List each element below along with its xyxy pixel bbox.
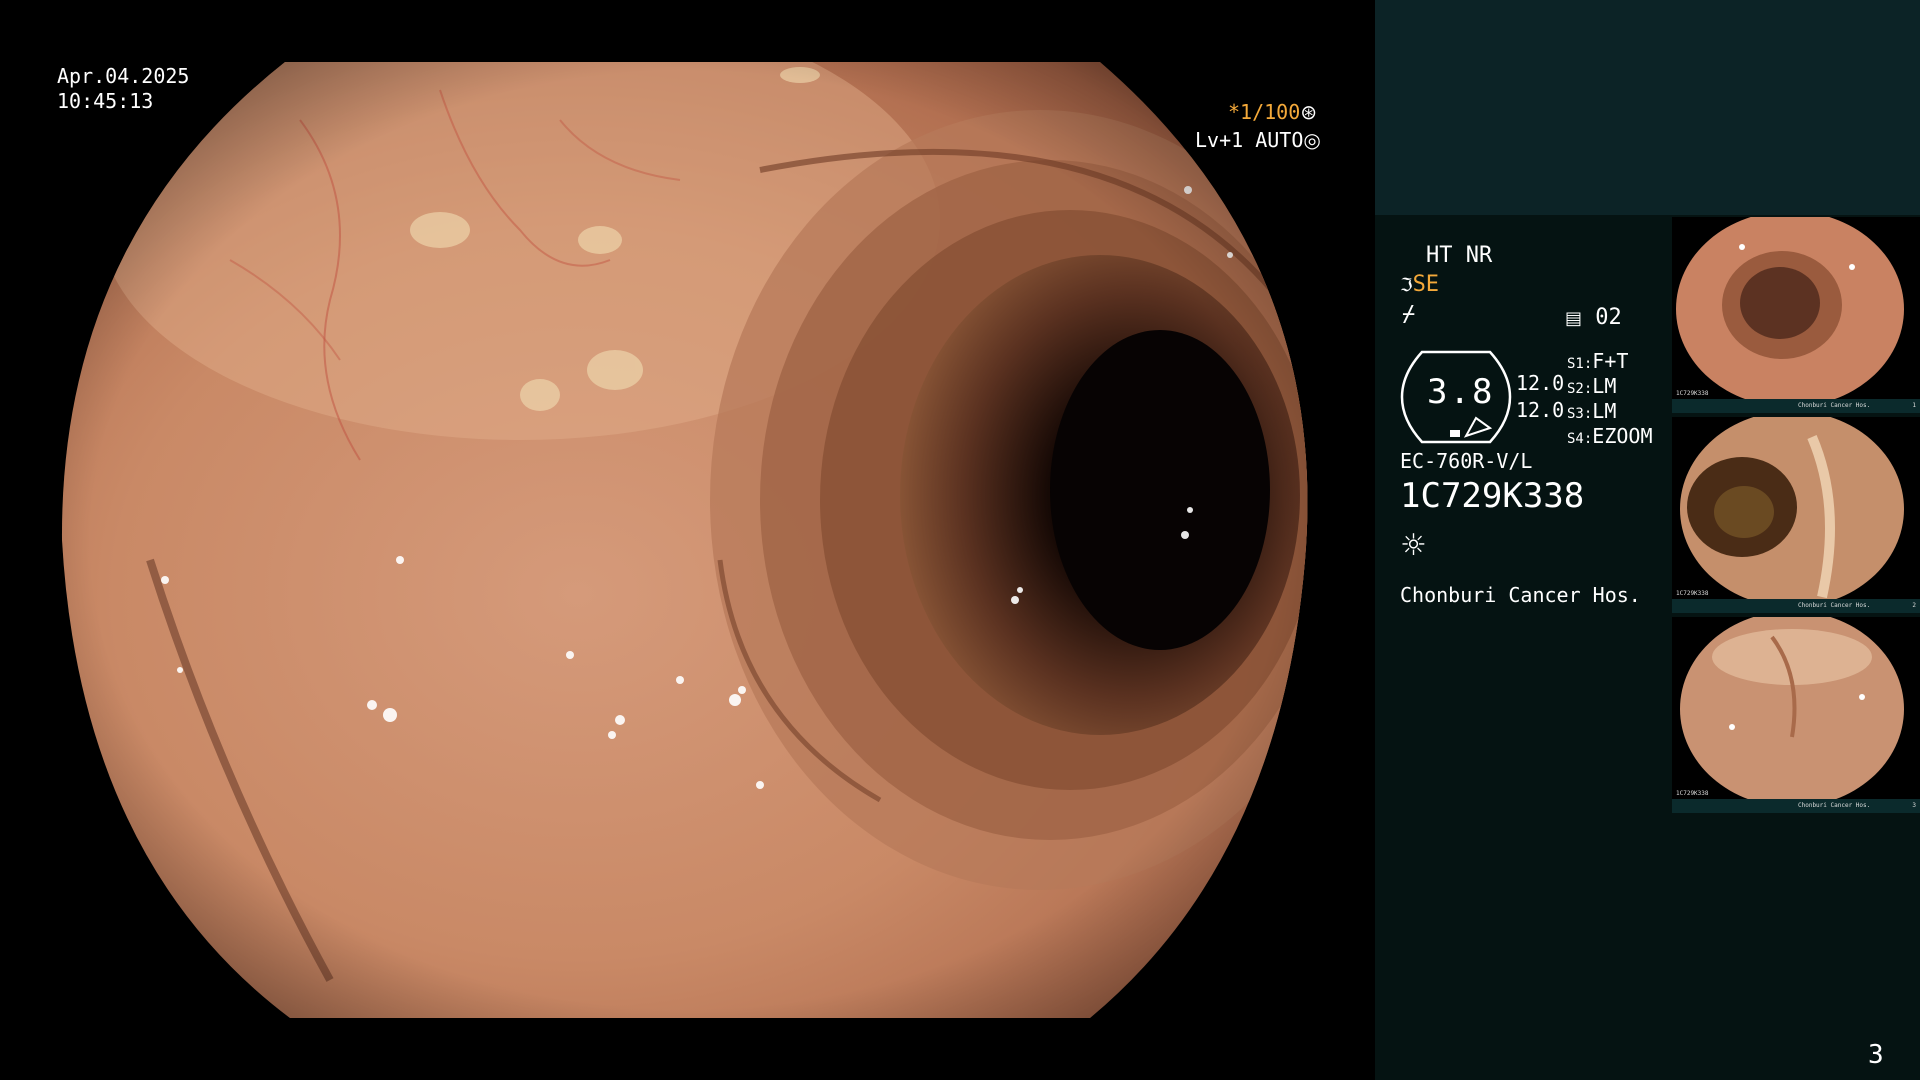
endoscope-view: Apr.04.2025 10:45:13 *1/100⊛ Lv+1 AUTO◎ [0,0,1375,1080]
thumbnail-1-image [1672,217,1920,413]
thumbnail-2[interactable]: 1C729K338 Chonburi Cancer Hos. 2 [1672,417,1920,613]
se-mode-label: SE [1412,272,1440,297]
page-number: ▤ 02 [1565,305,1622,330]
thumbnail-2-footer: Chonburi Cancer Hos. 2 [1672,599,1920,613]
thumbnail-1[interactable]: 1C729K338 Chonburi Cancer Hos. 1 [1672,217,1920,413]
side-value-2: 12.0 [1516,398,1565,422]
setting-s2-value: LM [1592,374,1617,398]
thumbnail-2-index: 2 [1912,602,1916,609]
scope-serial: 1C729K338 [1400,476,1585,516]
iris-icon: ◎ [1303,128,1321,152]
mode-ht-nr: HT NR [1426,243,1493,268]
setting-s1-value: F+T [1592,349,1629,373]
thumbnail-3-hospital: Chonburi Cancer Hos. [1798,802,1871,809]
setting-s2: S2:LM [1567,374,1616,398]
thumbnail-2-image [1672,417,1920,613]
thumbnail-3[interactable]: 1C729K338 Chonburi Cancer Hos. 3 [1672,617,1920,813]
enhance-icon: ℑ [1400,275,1413,296]
setting-s2-key: S2: [1567,381,1593,397]
thumbnail-3-footer: Chonburi Cancer Hos. 3 [1672,799,1920,813]
exam-date: Apr.04.2025 [57,64,190,88]
thumbnail-1-footer: Chonburi Cancer Hos. 1 [1672,399,1920,413]
setting-s3-key: S3: [1567,406,1593,422]
thumbnail-1-hospital: Chonburi Cancer Hos. [1798,402,1871,409]
right-top-panel [1375,0,1920,215]
endoscope-image [61,62,1308,1018]
thumbnail-3-serial: 1C729K338 [1676,790,1709,797]
page-number-value: 02 [1595,305,1622,330]
se-mode: ℑSE [1400,272,1439,297]
dial-value: 3.8 [1427,372,1495,412]
thumbnail-3-image [1672,617,1920,813]
level-readout: Lv+1 AUTO◎ [1195,127,1321,153]
page-icon: ▤ [1565,308,1583,329]
shutter-speed: *1/100 [1228,100,1301,124]
level-value: Lv+1 AUTO [1195,128,1304,152]
scope-model: EC-760R-V/L [1400,449,1533,473]
setting-s4: S4:EZOOM [1567,424,1653,448]
setting-s4-key: S4: [1567,431,1593,447]
thumbnail-2-serial: 1C729K338 [1676,590,1709,597]
setting-s1: S1:F+T [1567,349,1628,373]
thumbnail-2-hospital: Chonburi Cancer Hos. [1798,602,1871,609]
thumbnail-1-serial: 1C729K338 [1676,390,1709,397]
page-index: 3 [1868,1040,1884,1070]
setting-s3: S3:LM [1567,399,1616,423]
setting-s1-key: S1: [1567,356,1593,372]
setting-s3-value: LM [1592,399,1617,423]
exam-time: 10:45:13 [57,89,154,113]
thumbnail-1-index: 1 [1912,402,1916,409]
light-source-icon: ☼ [1400,528,1427,563]
hospital-name: Chonburi Cancer Hos. [1400,583,1641,607]
setting-s4-value: EZOOM [1592,424,1653,448]
side-value-1: 12.0 [1516,371,1565,395]
shutter-readout: *1/100⊛ [1228,99,1317,125]
thumbnail-3-index: 3 [1912,802,1916,809]
filter-icon: ⌿ [1402,302,1416,327]
aperture-icon: ⊛ [1300,100,1318,124]
